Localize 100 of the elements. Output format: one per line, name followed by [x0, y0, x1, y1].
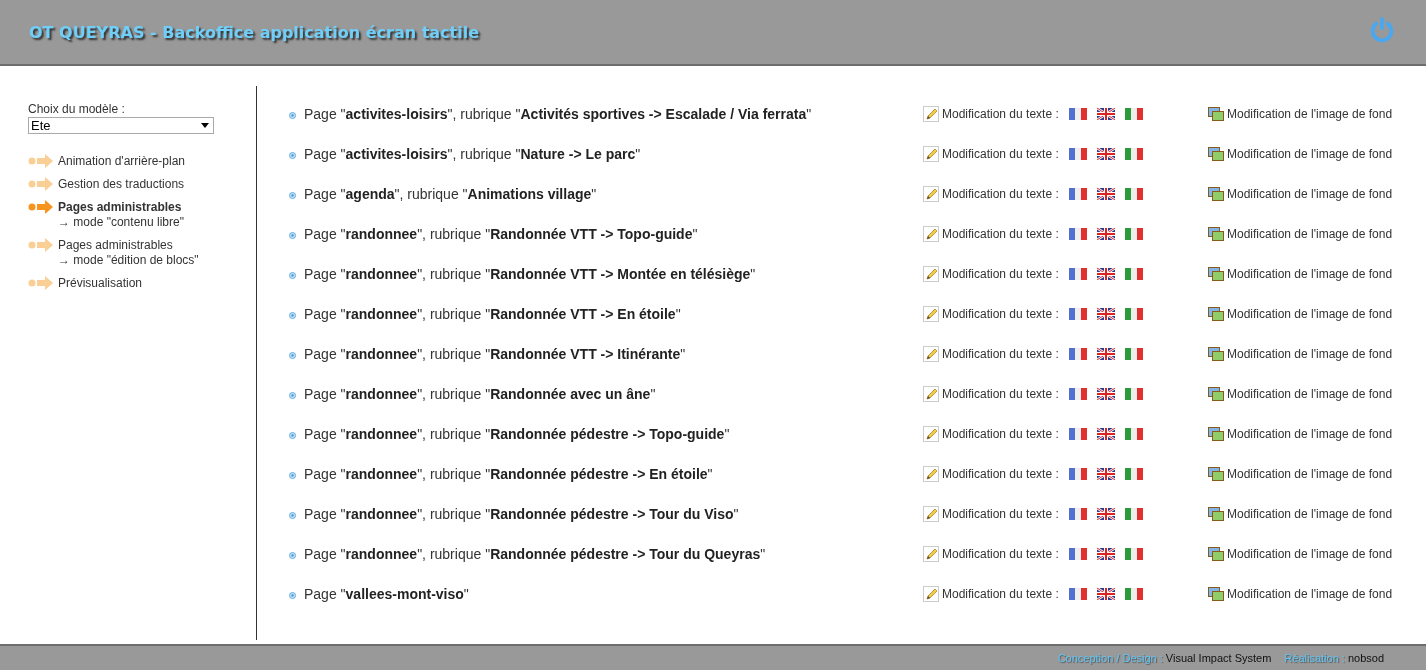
- background-image-link[interactable]: Modification de l'image de fond: [1227, 467, 1393, 481]
- flag-icon[interactable]: [1096, 468, 1115, 480]
- flag-icon[interactable]: [1124, 268, 1143, 280]
- flag-icon[interactable]: [1068, 508, 1087, 520]
- app-title: OT QUEYRAS - Backoffice application écran tactile: [29, 22, 480, 42]
- pencil-icon: [923, 546, 939, 562]
- flag-icon[interactable]: [1068, 468, 1087, 480]
- text-edit-label: Modification du texte :: [942, 187, 1059, 201]
- background-image-link[interactable]: Modification de l'image de fond: [1227, 587, 1393, 601]
- flag-icon[interactable]: [1068, 148, 1087, 160]
- background-image-link[interactable]: Modification de l'image de fond: [1227, 267, 1393, 281]
- flag-icon[interactable]: [1096, 188, 1115, 200]
- flag-icon[interactable]: [1096, 148, 1115, 160]
- flag-icon[interactable]: [1068, 348, 1087, 360]
- flag-icon[interactable]: [1124, 188, 1143, 200]
- flag-icon[interactable]: [1124, 508, 1143, 520]
- credit-value: Visual Impact System: [1165, 652, 1272, 664]
- background-image-link[interactable]: Modification de l'image de fond: [1227, 147, 1393, 161]
- flag-icon[interactable]: [1124, 348, 1143, 360]
- pictures-icon: [1208, 586, 1224, 602]
- page-title: Page "randonnee", rubrique "Randonnée pédestre -> Tour du Queyras": [304, 546, 766, 562]
- flag-icon[interactable]: [1096, 508, 1115, 520]
- background-image-link[interactable]: Modification de l'image de fond: [1227, 427, 1393, 441]
- page-title: Page "randonnee", rubrique "Randonnée VTT -> En étoile": [304, 306, 681, 322]
- bullet-icon: [289, 272, 296, 279]
- menu-item[interactable]: Pages administrables → mode "édition de blocs": [28, 238, 256, 268]
- menu-item[interactable]: Animation d'arrière-plan: [28, 154, 256, 169]
- bullet-icon: [289, 392, 296, 399]
- text-edit-label: Modification du texte :: [942, 107, 1059, 121]
- background-image-link[interactable]: Modification de l'image de fond: [1227, 187, 1393, 201]
- background-image-link[interactable]: Modification de l'image de fond: [1227, 507, 1393, 521]
- flag-icon[interactable]: [1124, 388, 1143, 400]
- flag-icon[interactable]: [1096, 388, 1115, 400]
- background-image-link[interactable]: Modification de l'image de fond: [1227, 307, 1393, 321]
- pencil-icon: [923, 186, 939, 202]
- pictures-icon: [1208, 106, 1224, 122]
- pictures-icon: [1208, 186, 1224, 202]
- pencil-icon: [923, 466, 939, 482]
- flag-icon[interactable]: [1096, 348, 1115, 360]
- pictures-icon: [1208, 466, 1224, 482]
- pencil-icon: [923, 586, 939, 602]
- flag-icon[interactable]: [1068, 388, 1087, 400]
- pictures-icon: [1208, 386, 1224, 402]
- bullet-icon: [289, 592, 296, 599]
- background-image-link[interactable]: Modification de l'image de fond: [1227, 347, 1393, 361]
- flag-icon[interactable]: [1096, 548, 1115, 560]
- pictures-icon: [1208, 546, 1224, 562]
- pictures-icon: [1208, 426, 1224, 442]
- flag-icon[interactable]: [1068, 108, 1087, 120]
- caret-icon: [201, 123, 209, 128]
- flag-icon[interactable]: [1068, 548, 1087, 560]
- page-title: Page "vallees-mont-viso": [304, 586, 469, 602]
- flag-icon[interactable]: [1096, 268, 1115, 280]
- menu-item[interactable]: Pages administrables → mode "contenu libre": [28, 200, 256, 230]
- flag-icon[interactable]: [1068, 228, 1087, 240]
- arrow-icon: [28, 237, 54, 253]
- model-select[interactable]: Ete: [28, 117, 214, 134]
- flag-icon[interactable]: [1124, 588, 1143, 600]
- text-edit-label: Modification du texte :: [942, 387, 1059, 401]
- flag-icon[interactable]: [1096, 228, 1115, 240]
- flag-icon[interactable]: [1068, 308, 1087, 320]
- flag-icon[interactable]: [1124, 228, 1143, 240]
- flag-icon[interactable]: [1096, 108, 1115, 120]
- background-image-link[interactable]: Modification de l'image de fond: [1227, 227, 1393, 241]
- credit-label: Conception / Design :: [1057, 652, 1163, 664]
- text-edit-label: Modification du texte :: [942, 467, 1059, 481]
- flag-icon[interactable]: [1124, 468, 1143, 480]
- bullet-icon: [289, 512, 296, 519]
- text-edit-label: Modification du texte :: [942, 147, 1059, 161]
- background-image-link[interactable]: Modification de l'image de fond: [1227, 547, 1393, 561]
- flag-icon[interactable]: [1068, 588, 1087, 600]
- arrow-icon: [28, 153, 54, 169]
- flag-icon[interactable]: [1124, 548, 1143, 560]
- pencil-icon: [923, 266, 939, 282]
- text-edit-label: Modification du texte :: [942, 507, 1059, 521]
- flag-icon[interactable]: [1124, 428, 1143, 440]
- pictures-icon: [1208, 266, 1224, 282]
- flag-icon[interactable]: [1096, 308, 1115, 320]
- flag-icon[interactable]: [1124, 108, 1143, 120]
- background-image-link[interactable]: Modification de l'image de fond: [1227, 107, 1393, 121]
- bullet-icon: [289, 152, 296, 159]
- flag-icon[interactable]: [1096, 428, 1115, 440]
- flag-icon[interactable]: [1124, 148, 1143, 160]
- pictures-icon: [1208, 306, 1224, 322]
- arrow-icon: [28, 176, 54, 192]
- flag-icon[interactable]: [1068, 268, 1087, 280]
- credit-value: nobsod: [1347, 652, 1384, 664]
- menu-item[interactable]: Prévisualisation: [28, 276, 256, 291]
- pencil-icon: [923, 146, 939, 162]
- text-edit-label: Modification du texte :: [942, 547, 1059, 561]
- background-image-link[interactable]: Modification de l'image de fond: [1227, 387, 1393, 401]
- flag-icon[interactable]: [1068, 428, 1087, 440]
- menu-item[interactable]: Gestion des traductions: [28, 177, 256, 192]
- bullet-icon: [289, 192, 296, 199]
- pictures-icon: [1208, 346, 1224, 362]
- page-title: Page "randonnee", rubrique "Randonnée avec un âne": [304, 386, 656, 402]
- flag-icon[interactable]: [1096, 588, 1115, 600]
- flag-icon[interactable]: [1068, 188, 1087, 200]
- flag-icon[interactable]: [1124, 308, 1143, 320]
- page-title: Page "randonnee", rubrique "Randonnée VTT -> Topo-guide": [304, 226, 698, 242]
